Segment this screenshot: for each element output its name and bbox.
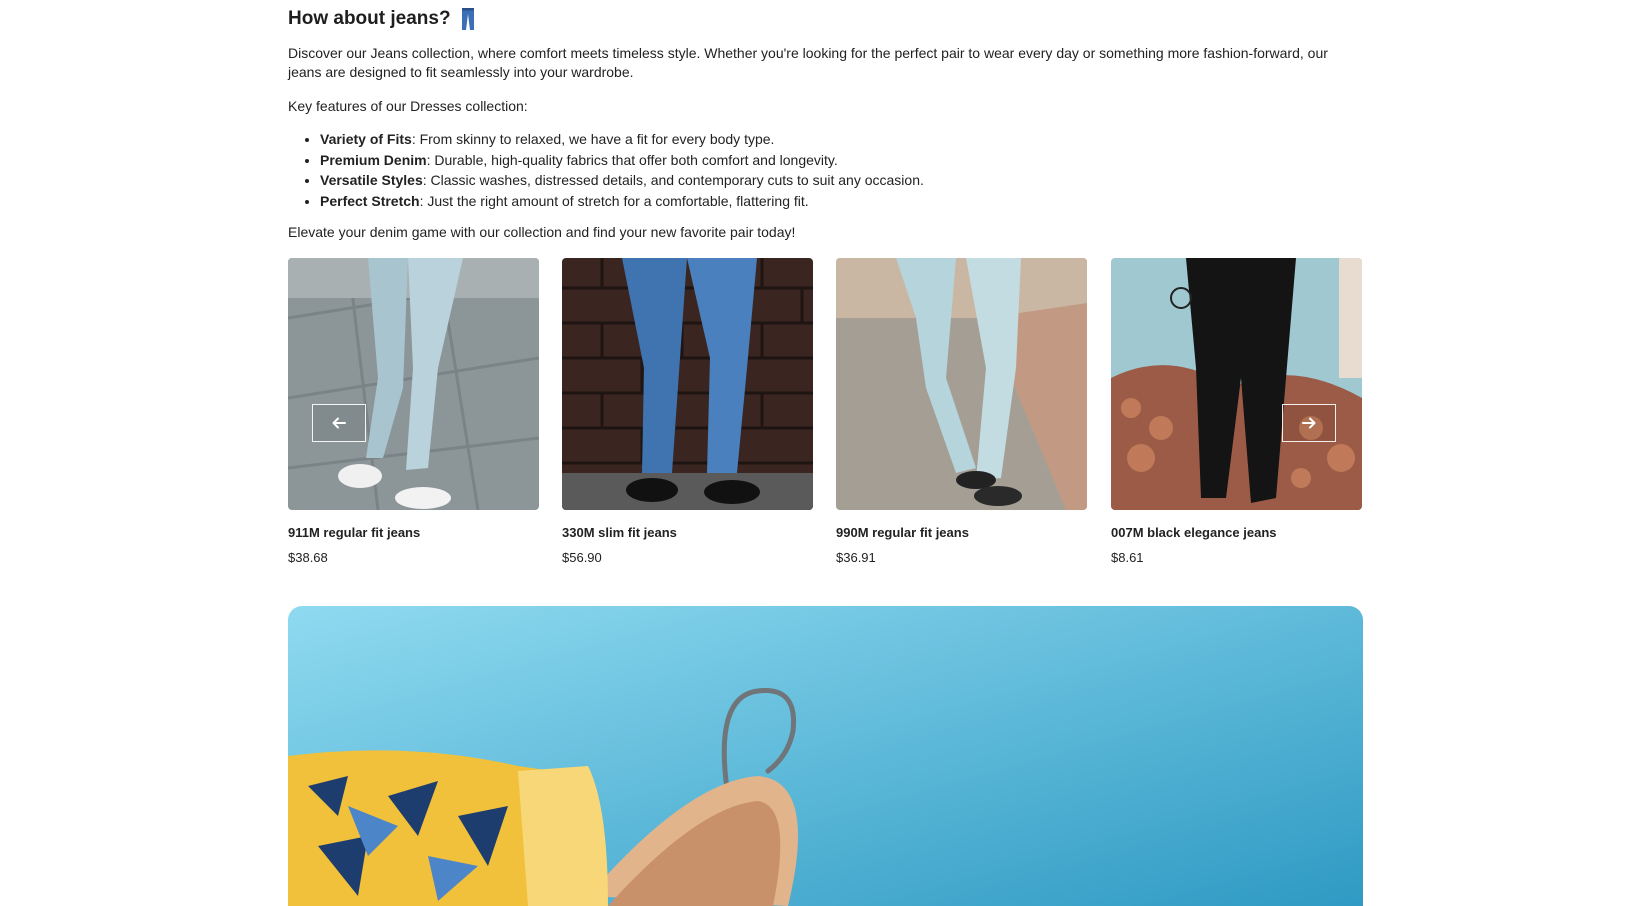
product-card[interactable]: 911M regular fit jeans $38.68 xyxy=(288,258,539,565)
section-intro: Discover our Jeans collection, where com… xyxy=(288,45,1328,80)
product-card[interactable]: 990M regular fit jeans $36.91 xyxy=(836,258,1087,565)
promo-banner-image xyxy=(288,606,1363,906)
feature-text: : Classic washes, distressed details, an… xyxy=(422,172,924,188)
product-price: $36.91 xyxy=(836,550,876,565)
key-features-heading: Key features of our Dresses collection: xyxy=(288,98,528,114)
arrow-right-icon xyxy=(1302,417,1316,429)
product-image[interactable] xyxy=(288,258,539,510)
product-price: $56.90 xyxy=(562,550,602,565)
product-name[interactable]: 911M regular fit jeans xyxy=(288,525,420,540)
product-carousel: 911M regular fit jeans $38.68 330M slim … xyxy=(288,258,1363,568)
arrow-left-icon xyxy=(332,417,346,429)
product-image[interactable] xyxy=(562,258,813,510)
jeans-icon xyxy=(461,8,475,30)
feature-label: Premium Denim xyxy=(320,151,427,168)
feature-label: Perfect Stretch xyxy=(320,192,420,209)
feature-text: : Just the right amount of stretch for a… xyxy=(419,192,809,209)
feature-item: Premium Denim: Durable, high-quality fab… xyxy=(320,150,924,171)
product-image[interactable] xyxy=(1111,258,1362,510)
feature-item: Variety of Fits: From skinny to relaxed,… xyxy=(320,129,924,150)
features-list: Variety of Fits: From skinny to relaxed,… xyxy=(288,129,924,211)
product-name[interactable]: 330M slim fit jeans xyxy=(562,525,677,540)
feature-label: Variety of Fits xyxy=(320,131,412,147)
feature-label: Versatile Styles xyxy=(320,172,423,188)
product-price: $8.61 xyxy=(1111,550,1144,565)
feature-text: : From skinny to relaxed, we have a fit … xyxy=(411,131,775,147)
section-title-text: How about jeans? xyxy=(288,8,451,29)
feature-text: : Durable, high-quality fabrics that off… xyxy=(426,151,838,168)
product-image[interactable] xyxy=(836,258,1087,510)
feature-item: Versatile Styles: Classic washes, distre… xyxy=(320,170,924,191)
product-name[interactable]: 990M regular fit jeans xyxy=(836,525,969,540)
section-outro: Elevate your denim game with our collect… xyxy=(288,224,796,240)
section-title: How about jeans? xyxy=(288,6,475,32)
product-name[interactable]: 007M black elegance jeans xyxy=(1111,525,1276,540)
product-card[interactable]: 330M slim fit jeans $56.90 xyxy=(562,258,813,565)
carousel-prev-button[interactable] xyxy=(312,404,366,442)
product-card[interactable]: 007M black elegance jeans $8.61 xyxy=(1111,258,1362,565)
product-price: $38.68 xyxy=(288,550,328,565)
feature-item: Perfect Stretch: Just the right amount o… xyxy=(320,191,924,212)
carousel-next-button[interactable] xyxy=(1282,404,1336,442)
